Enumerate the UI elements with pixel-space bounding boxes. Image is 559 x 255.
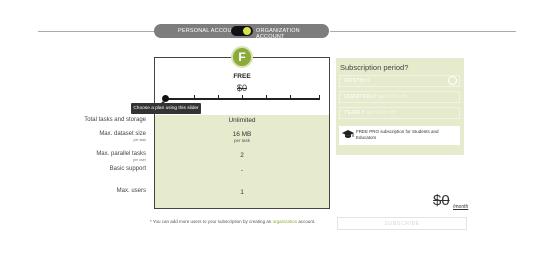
slider-tick (266, 95, 267, 100)
period-label: MONTHLY (344, 78, 371, 84)
slider-tick (194, 95, 195, 100)
slider-tick (218, 95, 219, 100)
period-yearly[interactable]: YEARLY get 30% off (339, 107, 460, 119)
feature-sub-dataset: per task (133, 138, 146, 142)
check-circle-icon (448, 76, 457, 85)
slider-tooltip: Choose a plan using this slider (131, 103, 201, 114)
total-price: $0 (433, 192, 450, 209)
period-monthly[interactable]: MONTHLY (339, 75, 460, 87)
organization-link[interactable]: organization (273, 219, 298, 224)
feature-label-tasks: Total tasks and storage (84, 117, 146, 123)
plan-name: FREE (233, 73, 251, 80)
slider-tick (242, 95, 243, 100)
period-label: QUARTERLY (344, 94, 377, 100)
feature-value-tasks: Unlimited (228, 117, 256, 124)
total-price-unit: /month (453, 204, 469, 210)
subscribe-button[interactable]: SUBSCRIBE (337, 217, 467, 230)
feature-value-support: - (240, 167, 244, 174)
feature-label-users: Max. users (116, 188, 146, 194)
slider-tick (290, 95, 291, 100)
note-text-end: account. (298, 219, 316, 224)
switch-knob (243, 27, 251, 35)
plan-logo-icon: F (231, 46, 253, 68)
graduation-cap-icon (342, 130, 354, 138)
period-label: YEARLY (344, 110, 366, 116)
slider-tick (319, 95, 320, 100)
feature-label-dataset: Max. dataset size (99, 131, 146, 137)
value-sub-dataset: per task (233, 138, 250, 143)
feature-label-parallel: Max. parallel tasks (96, 151, 146, 157)
feature-value-parallel: 2 (240, 152, 244, 159)
organization-note: * You can add more users to your subscri… (150, 219, 315, 224)
subscription-title: Subscription period? (340, 63, 409, 72)
account-type-toggle[interactable]: PERSONAL ACCOUNT ORGANIZATION ACCOUNT (154, 24, 329, 40)
note-text: * You can add more users to your subscri… (150, 219, 272, 224)
divider-left (38, 31, 156, 32)
feature-value-users: 1 (240, 189, 244, 196)
feature-sub-parallel: per user (133, 158, 146, 162)
feature-label-support: Basic support (109, 166, 146, 172)
period-discount: get 10% off (378, 94, 407, 100)
period-discount: get 30% off (366, 110, 396, 116)
account-switch[interactable] (231, 26, 253, 36)
student-promo-text[interactable]: FREE PRO subscription for Students and E… (356, 129, 458, 141)
period-quarterly[interactable]: QUARTERLY get 10% off (339, 91, 460, 103)
feature-value-dataset: 16 MB (232, 131, 252, 138)
divider-right (330, 31, 516, 32)
organization-account-label[interactable]: ORGANIZATION ACCOUNT (256, 28, 329, 40)
plan-price: $0 (236, 83, 247, 93)
